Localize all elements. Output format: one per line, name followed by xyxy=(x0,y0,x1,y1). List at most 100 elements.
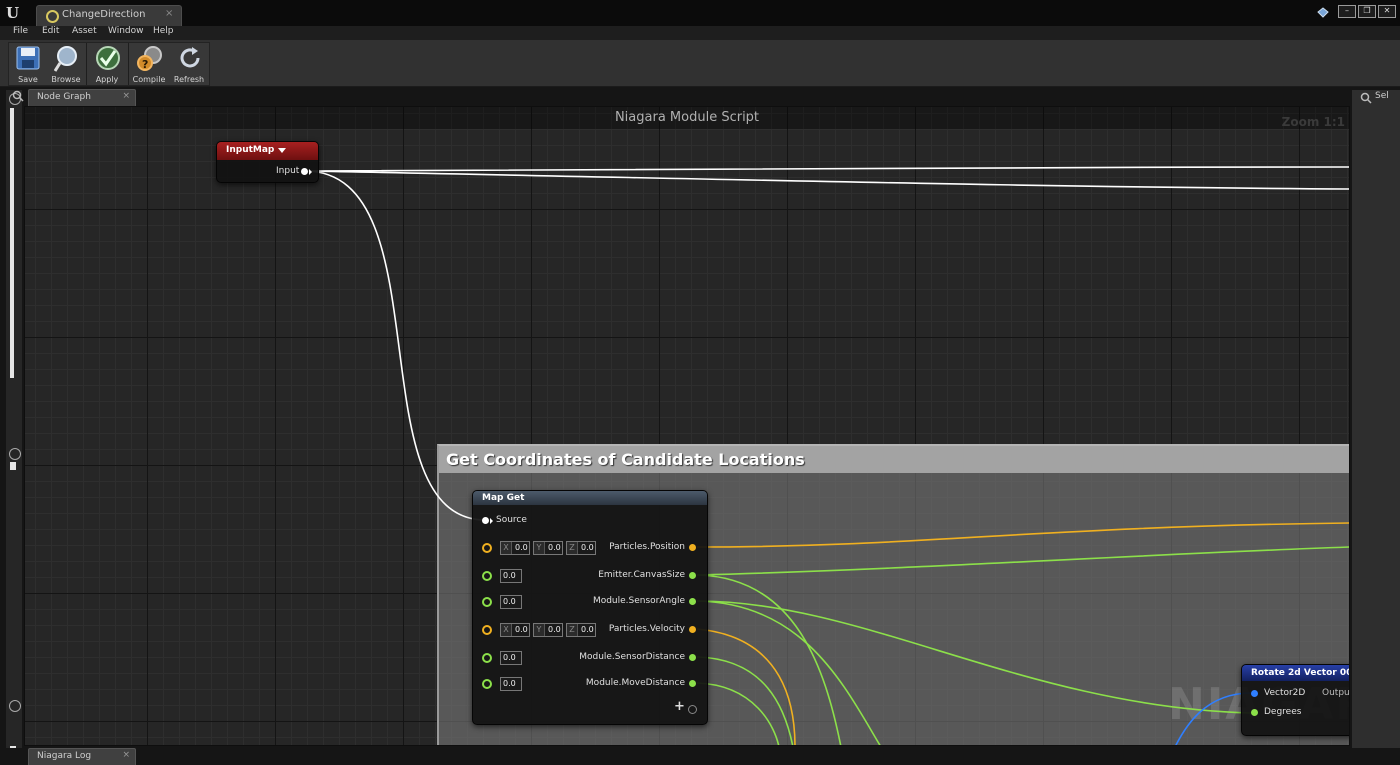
node-graph-canvas[interactable]: Niagara Module Script Zoom 1:1 Get Coord… xyxy=(24,106,1350,746)
move-distance-input-pin[interactable] xyxy=(482,679,492,689)
rotate-node-header[interactable]: Rotate 2d Vector 002 xyxy=(1242,665,1350,681)
selection-search-icon[interactable] xyxy=(1360,92,1372,104)
add-pin-icon[interactable]: + xyxy=(674,699,685,714)
pin-arrow-icon xyxy=(490,518,493,524)
position-z-field[interactable]: Z 0.0 xyxy=(566,541,596,555)
map-get-node[interactable]: Map Get Source X 0.0 Y 0.0 Z 0.0 Particles.… xyxy=(472,490,708,725)
pin-arrow-icon xyxy=(309,169,312,175)
wire-canvas-size xyxy=(696,546,1349,576)
document-tab[interactable]: ChangeDirection × xyxy=(36,5,182,27)
graph-search-icon[interactable] xyxy=(12,90,24,102)
save-label: Save xyxy=(18,75,38,84)
sensor-distance-pin-label: Module.SensorDistance xyxy=(579,652,685,662)
browse-label: Browse xyxy=(51,75,81,84)
compile-button[interactable]: ? Compile xyxy=(130,43,168,85)
wire-move-distance xyxy=(696,682,780,745)
close-window-button[interactable]: ✕ xyxy=(1378,5,1396,18)
sensor-angle-input-pin[interactable] xyxy=(482,597,492,607)
position-output-pin[interactable] xyxy=(689,544,696,551)
source-input-pin[interactable] xyxy=(482,517,489,524)
velocity-x-field[interactable]: X 0.0 xyxy=(500,623,530,637)
wire-sensor-angle xyxy=(696,600,1252,714)
wire-velocity xyxy=(696,628,796,745)
velocity-y-field[interactable]: Y 0.0 xyxy=(533,623,563,637)
velocity-pin-label: Particles.Velocity xyxy=(608,624,685,634)
velocity-input-pin[interactable] xyxy=(482,625,492,635)
rotate-2d-vector-node[interactable]: Rotate 2d Vector 002 Vector2D Output Deg… xyxy=(1241,664,1350,736)
velocity-z-field[interactable]: Z 0.0 xyxy=(566,623,596,637)
degrees-pin-label: Degrees xyxy=(1264,707,1302,717)
tab-selection-label[interactable]: Sel xyxy=(1375,91,1389,101)
move-distance-pin-label: Module.MoveDistance xyxy=(585,678,685,688)
input-map-node[interactable]: InputMap Input xyxy=(216,141,319,183)
toolbar-separator xyxy=(86,43,87,85)
palette-scrollbar[interactable] xyxy=(10,108,14,378)
save-button[interactable]: Save xyxy=(9,43,47,85)
input-output-pin[interactable] xyxy=(301,168,308,175)
degrees-input-pin[interactable] xyxy=(1251,709,1258,716)
canvas-size-pin-label: Emitter.CanvasSize xyxy=(598,570,685,580)
position-y-field[interactable]: Y 0.0 xyxy=(533,541,563,555)
search-icon[interactable] xyxy=(9,700,21,712)
refresh-label: Refresh xyxy=(173,75,205,84)
title-bar: U ChangeDirection × – ❐ ✕ xyxy=(0,0,1400,27)
output-pin-label: Output xyxy=(1322,688,1350,698)
canvas-size-input-pin[interactable] xyxy=(482,571,492,581)
wire-vector2d xyxy=(1175,692,1252,745)
toolbar-group: Save Browse Apply ? Compile Refresh xyxy=(8,42,210,86)
sensor-distance-output-pin[interactable] xyxy=(689,654,696,661)
map-get-header[interactable]: Map Get xyxy=(473,491,707,505)
position-x-field[interactable]: X 0.0 xyxy=(500,541,530,555)
input-map-title: InputMap xyxy=(226,145,275,155)
close-tab-icon[interactable]: × xyxy=(165,8,173,19)
vector2d-input-pin[interactable] xyxy=(1251,690,1258,697)
velocity-output-pin[interactable] xyxy=(689,626,696,633)
browse-button[interactable]: Browse xyxy=(47,43,85,85)
rotate-node-title: Rotate 2d Vector 002 xyxy=(1251,668,1350,678)
wire-sensor-distance xyxy=(696,656,794,745)
refresh-icon xyxy=(180,47,200,68)
close-icon[interactable]: × xyxy=(122,750,130,760)
menu-file[interactable]: File xyxy=(13,26,28,36)
menu-window[interactable]: Window xyxy=(108,26,144,36)
menu-bar: File Edit Asset Window Help xyxy=(0,26,1400,40)
minimize-button[interactable]: – xyxy=(1338,5,1356,18)
sensor-angle-pin-label: Module.SensorAngle xyxy=(592,596,685,606)
maximize-button[interactable]: ❐ xyxy=(1358,5,1376,18)
add-pin-output-pin[interactable] xyxy=(688,705,697,714)
sensor-distance-field[interactable]: 0.0 xyxy=(500,651,522,665)
menu-edit[interactable]: Edit xyxy=(42,26,59,36)
bottom-bar xyxy=(0,748,1400,764)
wire-input-right-1 xyxy=(304,166,1349,172)
position-input-pin[interactable] xyxy=(482,543,492,553)
palette-item[interactable] xyxy=(10,462,16,470)
move-distance-field[interactable]: 0.0 xyxy=(500,677,522,691)
chevron-down-icon[interactable] xyxy=(278,148,286,154)
document-tab-label: ChangeDirection xyxy=(62,9,146,20)
move-distance-output-pin[interactable] xyxy=(689,680,696,687)
source-pin-label: Source xyxy=(496,515,527,525)
feedback-icon[interactable] xyxy=(1316,6,1330,20)
tab-node-graph[interactable]: Node Graph × xyxy=(28,89,136,106)
tab-niagara-log[interactable]: Niagara Log × xyxy=(28,748,136,765)
menu-asset[interactable]: Asset xyxy=(72,26,97,36)
input-map-header[interactable]: InputMap xyxy=(217,142,318,160)
toolbar: Save Browse Apply ? Compile Refresh xyxy=(0,40,1400,87)
apply-label: Apply xyxy=(95,75,119,84)
close-icon[interactable]: × xyxy=(122,91,130,101)
refresh-button[interactable]: Refresh xyxy=(170,43,208,85)
menu-help[interactable]: Help xyxy=(153,26,174,36)
sensor-distance-input-pin[interactable] xyxy=(482,653,492,663)
toolbar-separator xyxy=(128,43,129,85)
sensor-angle-output-pin[interactable] xyxy=(689,598,696,605)
svg-text:?: ? xyxy=(142,58,148,71)
canvas-size-output-pin[interactable] xyxy=(689,572,696,579)
search-icon[interactable] xyxy=(9,448,21,460)
canvas-size-field[interactable]: 0.0 xyxy=(500,569,522,583)
vector2d-pin-label: Vector2D xyxy=(1264,688,1306,698)
window-controls: – ❐ ✕ xyxy=(1338,5,1396,18)
tab-node-graph-label: Node Graph xyxy=(37,92,91,102)
position-pin-label: Particles.Position xyxy=(609,542,685,552)
sensor-angle-field[interactable]: 0.0 xyxy=(500,595,522,609)
apply-button[interactable]: Apply xyxy=(88,43,126,85)
